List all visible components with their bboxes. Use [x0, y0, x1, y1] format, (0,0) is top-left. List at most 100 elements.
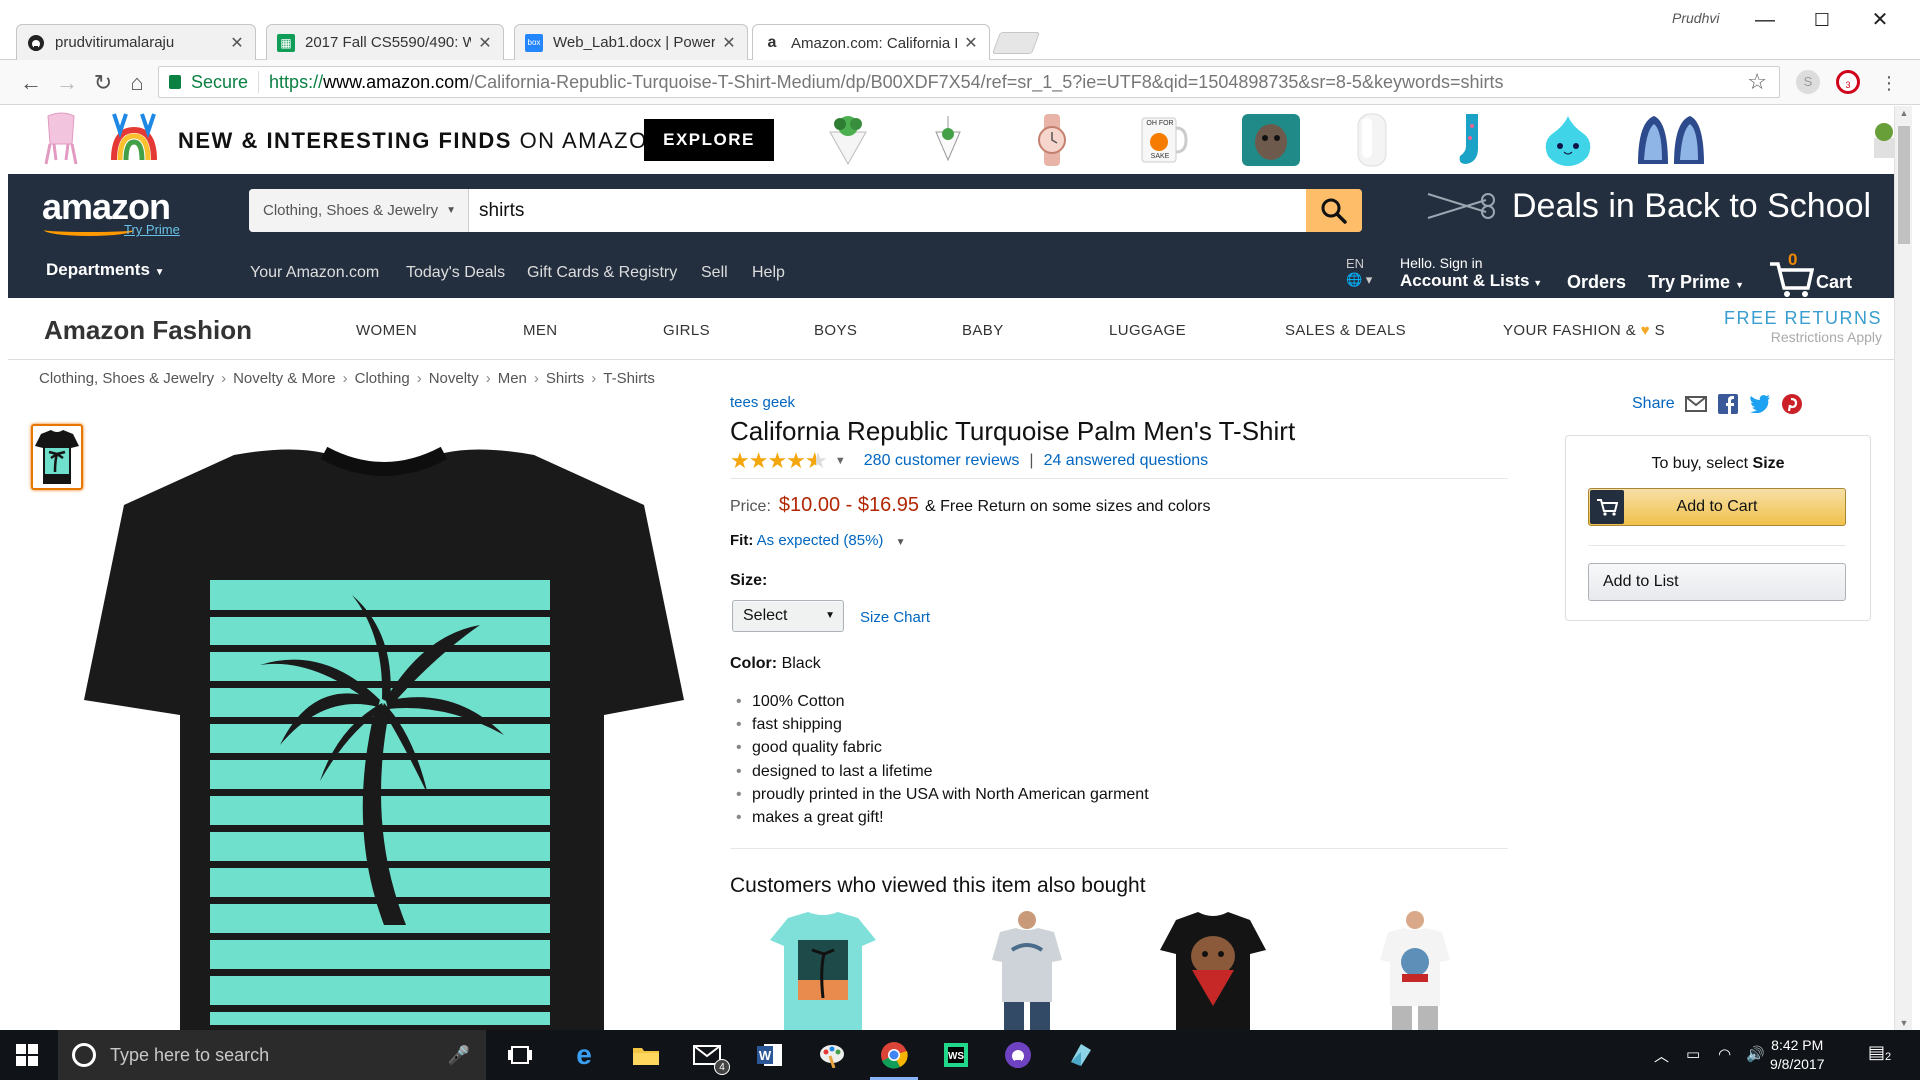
close-icon[interactable]: ✕ [229, 33, 245, 53]
free-returns-link[interactable]: FREE RETURNS Restrictions Apply [1724, 308, 1882, 345]
battery-icon[interactable]: ▭ [1686, 1045, 1700, 1063]
microphone-icon[interactable]: 🎤 [448, 1045, 470, 1066]
file-explorer-icon[interactable] [628, 1039, 664, 1071]
nav-todays-deals[interactable]: Today's Deals [406, 264, 505, 282]
paint-icon[interactable] [814, 1039, 850, 1071]
breadcrumb-item[interactable]: Novelty [429, 370, 479, 387]
language-selector[interactable]: EN 🌐 ▾ [1346, 256, 1372, 288]
answered-questions-link[interactable]: 24 answered questions [1044, 452, 1209, 470]
fit-row[interactable]: Fit: As expected (85%) ▼ [730, 532, 905, 549]
related-product-4[interactable] [1360, 910, 1470, 1030]
fashion-women[interactable]: WOMEN [356, 322, 417, 339]
profile-name[interactable]: Prudhvi [1672, 10, 1719, 26]
search-button[interactable] [1306, 189, 1362, 232]
windows-start-icon[interactable] [16, 1044, 38, 1066]
close-icon[interactable]: ✕ [721, 33, 737, 53]
bookmark-star-icon[interactable]: ☆ [1747, 69, 1767, 95]
edge-icon[interactable]: e [566, 1039, 602, 1071]
star-rating-icon[interactable]: ★★★★★★ [730, 448, 827, 474]
nav-sell[interactable]: Sell [701, 264, 728, 282]
related-product-1[interactable] [768, 910, 878, 1030]
fashion-title[interactable]: Amazon Fashion [44, 315, 252, 346]
email-icon[interactable] [1684, 393, 1707, 415]
url-text[interactable]: https://www.amazon.com/California-Republ… [259, 72, 1503, 93]
volume-icon[interactable]: 🔊 [1746, 1045, 1765, 1063]
explore-button[interactable]: EXPLORE [644, 119, 774, 161]
add-to-cart-button[interactable]: Add to Cart [1588, 488, 1846, 526]
fashion-sales-deals[interactable]: SALES & DEALS [1285, 322, 1406, 339]
app-icon[interactable] [1062, 1039, 1098, 1071]
nav-help[interactable]: Help [752, 264, 785, 282]
scroll-up-icon[interactable]: ▲ [1895, 108, 1913, 118]
breadcrumb-item[interactable]: Clothing, Shoes & Jewelry [39, 370, 214, 387]
rainbow-icon[interactable] [106, 110, 162, 166]
facebook-icon[interactable] [1717, 393, 1739, 415]
search-category-dropdown[interactable]: Clothing, Shoes & Jewelry ▼ [249, 189, 469, 232]
add-to-list-button[interactable]: Add to List [1588, 563, 1846, 601]
extension-badge-icon[interactable]: 3 [1836, 70, 1860, 94]
pillow-icon[interactable] [1240, 112, 1302, 168]
fashion-boys[interactable]: BOYS [814, 322, 857, 339]
customer-reviews-link[interactable]: 280 customer reviews [864, 452, 1020, 470]
webstorm-icon[interactable]: WS [938, 1039, 974, 1071]
mug-icon[interactable]: OH FOR SAKE [1132, 112, 1188, 168]
word-icon[interactable]: W [752, 1039, 788, 1071]
speaker-icon[interactable] [1344, 112, 1400, 168]
caret-down-icon[interactable]: ▼ [835, 455, 846, 467]
breadcrumb-item[interactable]: Shirts [546, 370, 584, 387]
close-icon[interactable]: ✕ [963, 33, 979, 53]
address-bar[interactable]: Secure https://www.amazon.com/California… [158, 66, 1780, 98]
try-prime-link[interactable]: Try Prime [124, 222, 180, 237]
chrome-icon[interactable] [870, 1039, 918, 1080]
geode-icon[interactable] [1634, 112, 1710, 168]
slime-toy-icon[interactable] [1538, 112, 1598, 168]
fashion-girls[interactable]: GIRLS [663, 322, 710, 339]
socks-icon[interactable] [1444, 112, 1500, 168]
skype-extension-icon[interactable]: S [1796, 70, 1820, 94]
close-window-icon[interactable]: ✕ [1860, 6, 1900, 34]
tab-amazon[interactable]: a Amazon.com: California F ✕ [752, 24, 990, 61]
hanging-planter-icon[interactable] [920, 112, 976, 168]
mail-icon[interactable]: 4 [690, 1039, 730, 1075]
brand-link[interactable]: tees geek [730, 394, 795, 411]
nav-your-amazon[interactable]: Your Amazon.com [250, 264, 379, 282]
account-lists-menu[interactable]: Hello. Sign in Account & Lists ▼ [1400, 255, 1542, 292]
close-icon[interactable]: ✕ [477, 33, 493, 53]
departments-menu[interactable]: Departments ▼ [46, 260, 165, 280]
breadcrumb-item[interactable]: Clothing [355, 370, 410, 387]
size-dropdown[interactable]: Select ▼ [732, 600, 844, 632]
size-chart-link[interactable]: Size Chart [860, 609, 930, 626]
product-thumbnail[interactable] [31, 424, 83, 490]
taskbar-clock[interactable]: 8:42 PM 9/8/2017 [1770, 1036, 1825, 1074]
tab-sheets[interactable]: ▦ 2017 Fall CS5590/490: W ✕ [266, 24, 504, 60]
search-input[interactable] [469, 189, 1306, 232]
scroll-down-icon[interactable]: ▼ [1895, 1018, 1913, 1028]
github-desktop-icon[interactable] [1000, 1039, 1036, 1071]
chair-icon[interactable] [34, 110, 90, 166]
related-product-3[interactable] [1158, 910, 1268, 1030]
back-arrow-icon[interactable]: ← [16, 68, 46, 98]
plant-pot-icon[interactable] [1868, 112, 1894, 168]
taskbar-search[interactable]: Type here to search 🎤 [58, 1030, 486, 1080]
watch-icon[interactable] [1024, 112, 1080, 168]
planter-icon[interactable] [820, 112, 876, 168]
action-center-icon[interactable]: ▤2 [1868, 1042, 1891, 1063]
home-icon[interactable]: ⌂ [122, 68, 152, 98]
fashion-men[interactable]: MEN [523, 322, 558, 339]
reload-icon[interactable]: ↻ [88, 68, 118, 98]
new-tab-button[interactable] [991, 32, 1041, 54]
try-prime-menu[interactable]: Try Prime ▼ [1648, 272, 1744, 293]
fashion-your-fashion[interactable]: YOUR FASHION & ♥ S [1503, 322, 1665, 339]
product-main-image[interactable] [84, 445, 684, 1030]
nav-gift-cards[interactable]: Gift Cards & Registry [527, 264, 677, 282]
related-product-2[interactable] [972, 910, 1082, 1030]
breadcrumb-item[interactable]: T-Shirts [603, 370, 655, 387]
task-view-icon[interactable] [502, 1039, 538, 1071]
secure-indicator[interactable]: Secure [159, 71, 260, 93]
twitter-icon[interactable] [1749, 393, 1771, 415]
breadcrumb-item[interactable]: Novelty & More [233, 370, 336, 387]
fashion-luggage[interactable]: LUGGAGE [1109, 322, 1186, 339]
chevron-up-icon[interactable]: ︿ [1654, 1045, 1669, 1066]
pinterest-icon[interactable] [1781, 393, 1803, 415]
page-scrollbar[interactable]: ▲ ▼ [1894, 106, 1912, 1030]
